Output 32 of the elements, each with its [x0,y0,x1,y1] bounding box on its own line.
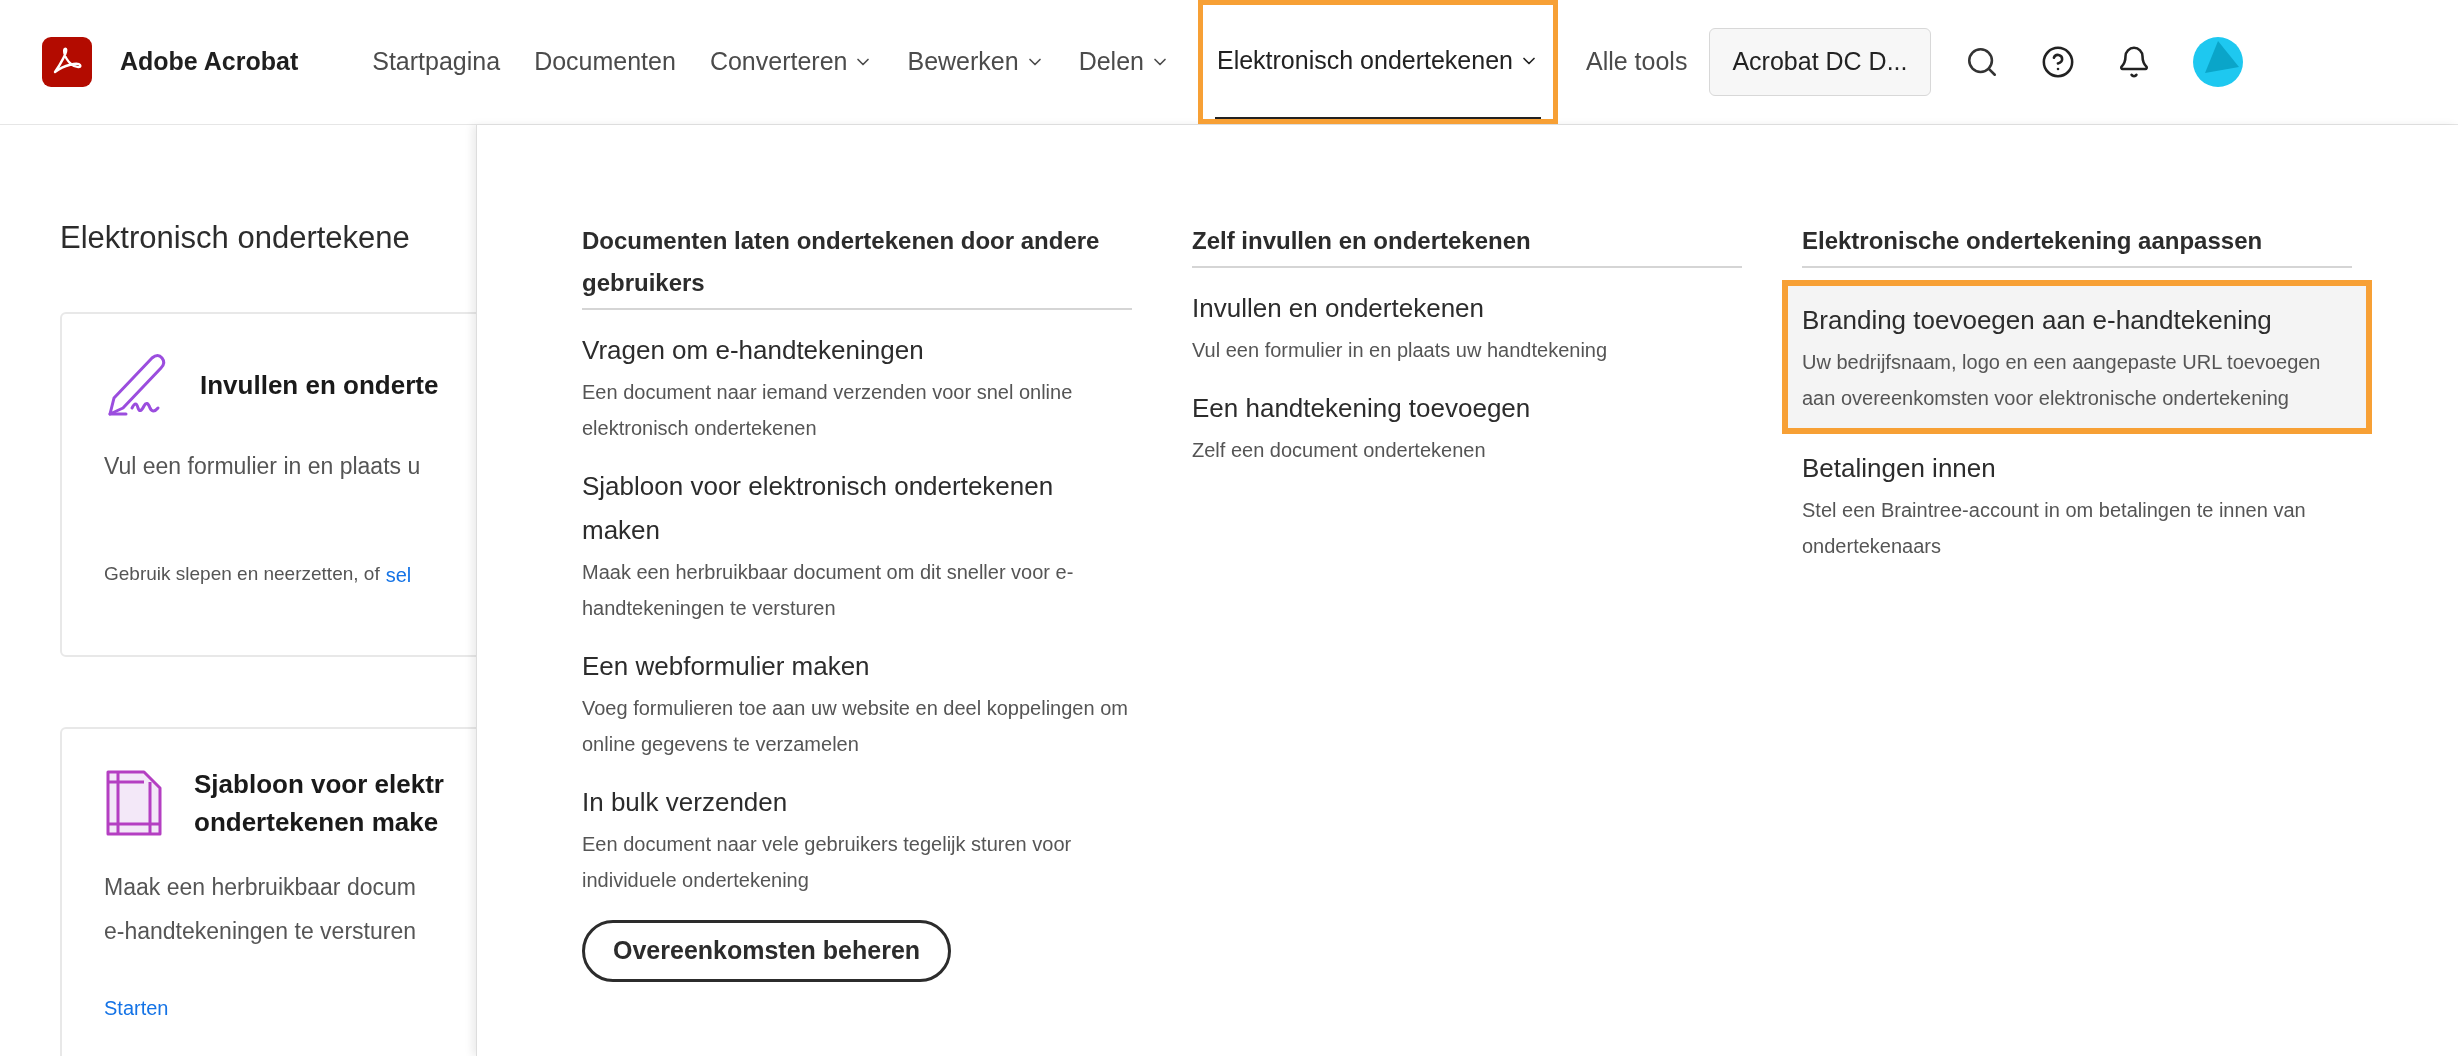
menu-item[interactable]: In bulk verzenden Een document naar vele gebruikers tegelijk sturen voor individuele ondertekening [582,780,1132,898]
nav-link[interactable]: Alle tools [1586,43,1688,81]
card-link[interactable]: Starten [104,992,169,1023]
account-button[interactable]: Acrobat DC D... [1709,28,1931,96]
menu-item[interactable]: Een webformulier maken Voeg formulieren toe aan uw website en deel koppelingen om online gegevens te verzamelen [582,644,1132,762]
card-title: Sjabloon voor elektr [194,767,444,801]
menu-item[interactable]: Sjabloon voor elektronisch ondertekenen maken Maak een herbruikbaar document om dit sneller voor e-handtekeningen te versturen [582,464,1132,626]
column-heading: Elektronische ondertekening aanpassen [1802,226,2264,256]
menu-item[interactable]: Invullen en ondertekenen Vul een formulier in en plaats uw handtekening [1192,286,1742,368]
page-title: Elektronisch ondertekene [60,219,411,257]
card-description: e-handtekeningen te versturen [104,916,417,946]
nav-link[interactable]: Documenten [534,43,676,81]
nav-link[interactable]: Delen [1078,43,1170,81]
column-heading: Documenten laten ondertekenen door andere gebruikers [582,226,1101,298]
column-heading: Zelf invullen en ondertekenen [1192,226,1532,256]
card-title: Invullen en onderte [200,368,439,402]
card-description: Vul een formulier in en plaats u [104,451,422,481]
logo-icon [42,37,92,87]
manage-agreements-button[interactable]: Overeenkomsten beheren [582,920,952,982]
card-title: ondertekenen make [194,805,440,839]
avatar-icon[interactable] [2192,37,2243,87]
card-footer-text: Gebruik slepen en neerzetten, of [104,562,380,587]
card-description: Maak een herbruikbaar docum [104,872,417,902]
app-name: Adobe Acrobat [120,46,299,78]
menu-item[interactable]: Betalingen innen Stel een Braintree-account in om betalingen te innen van ondertekenaars [1802,446,2352,564]
menu-item[interactable]: Vragen om e-handtekeningen Een document naar iemand verzenden voor snel online elektronisch ondertekenen [582,328,1132,446]
menu-item[interactable]: Een handtekening toevoegen Zelf een document ondertekenen [1192,386,1742,468]
card-link[interactable]: sel [385,559,412,590]
help-icon[interactable] [2040,45,2075,79]
nav-link[interactable]: Bewerken [907,43,1045,81]
nav-link[interactable]: Converteren [709,43,874,81]
nav-link[interactable]: Startpagina [372,43,501,81]
